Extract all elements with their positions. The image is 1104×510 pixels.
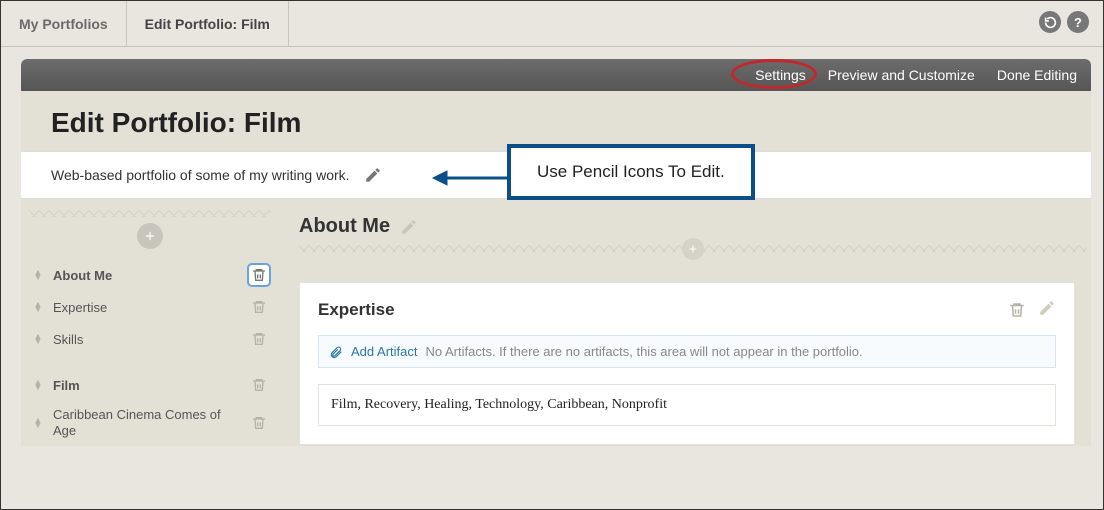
expertise-tags: Film, Recovery, Healing, Technology, Car…: [318, 384, 1056, 426]
divider-zigzag: [29, 209, 271, 217]
card-title-expertise: Expertise: [318, 300, 395, 320]
sidebar-item-skills[interactable]: ▲▼ Skills: [29, 323, 271, 355]
trash-icon[interactable]: [249, 375, 269, 395]
help-icon[interactable]: ?: [1067, 11, 1089, 33]
page-title: Edit Portfolio: Film: [51, 107, 1061, 139]
sidebar-item-label: About Me: [53, 268, 241, 283]
sidebar-item-label: Film: [53, 378, 241, 393]
divider-zigzag: [299, 244, 1087, 252]
sidebar-item-label: Caribbean Cinema Comes of Age: [53, 407, 241, 440]
sidebar-item-label: Skills: [53, 332, 241, 347]
add-section-button[interactable]: [137, 223, 163, 249]
annotation-callout: Use Pencil Icons To Edit.: [507, 144, 755, 200]
sidebar-item-caribbean[interactable]: ▲▼ Caribbean Cinema Comes of Age: [29, 401, 271, 446]
annotation-arrow: [431, 166, 511, 190]
top-tabs: My Portfolios Edit Portfolio: Film ?: [1, 1, 1103, 47]
add-subsection-button[interactable]: [682, 238, 704, 260]
sidebar-item-about-me[interactable]: ▲▼ About Me: [29, 259, 271, 291]
expertise-card: Expertise: [299, 282, 1075, 445]
refresh-icon[interactable]: [1039, 11, 1061, 33]
pencil-icon[interactable]: [1038, 299, 1056, 321]
trash-icon[interactable]: [249, 297, 269, 317]
settings-link[interactable]: Settings: [755, 67, 806, 83]
main-content: About Me Expertise: [279, 199, 1091, 445]
trash-icon[interactable]: [249, 329, 269, 349]
sort-handle-icon[interactable]: ▲▼: [31, 418, 45, 428]
sidebar-item-label: Expertise: [53, 300, 241, 315]
trash-icon[interactable]: [249, 265, 269, 285]
portfolio-description: Web-based portfolio of some of my writin…: [51, 167, 350, 183]
pencil-icon[interactable]: [400, 218, 418, 236]
add-artifact-link[interactable]: Add Artifact: [351, 344, 417, 359]
section-title-about-me: About Me: [299, 215, 390, 238]
no-artifacts-text: No Artifacts. If there are no artifacts,…: [425, 344, 862, 359]
tab-my-portfolios[interactable]: My Portfolios: [1, 1, 127, 46]
action-bar: Settings Preview and Customize Done Edit…: [21, 59, 1091, 91]
sidebar-item-film[interactable]: ▲▼ Film: [29, 369, 271, 401]
sort-handle-icon[interactable]: ▲▼: [31, 334, 45, 344]
pencil-icon[interactable]: [364, 166, 382, 184]
trash-icon[interactable]: [1006, 299, 1028, 321]
preview-customize-link[interactable]: Preview and Customize: [828, 67, 975, 83]
trash-icon[interactable]: [249, 413, 269, 433]
sort-handle-icon[interactable]: ▲▼: [31, 302, 45, 312]
tab-edit-portfolio[interactable]: Edit Portfolio: Film: [127, 1, 289, 46]
sort-handle-icon[interactable]: ▲▼: [31, 270, 45, 280]
sidebar-item-expertise[interactable]: ▲▼ Expertise: [29, 291, 271, 323]
sidebar: ▲▼ About Me ▲▼ Expertise ▲▼ Skills: [21, 199, 279, 446]
paperclip-icon: [329, 345, 343, 359]
done-editing-link[interactable]: Done Editing: [997, 67, 1077, 83]
sort-handle-icon[interactable]: ▲▼: [31, 380, 45, 390]
